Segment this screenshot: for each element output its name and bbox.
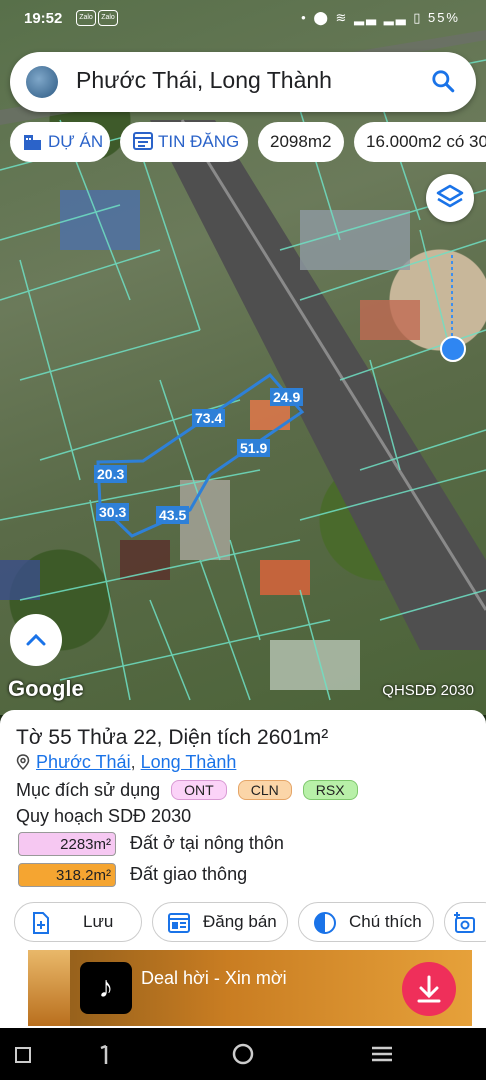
plan-label: Quy hoạch SDĐ 2030 [16,806,192,826]
layer-label: QHSDĐ 2030 [382,682,474,699]
legend-button[interactable]: Chú thích [298,902,434,942]
segment-label: 24.9 [270,388,304,406]
chevron-up-icon [26,633,46,646]
parcel-address: Phước Thái, Long Thành [16,752,236,773]
segment-label: 20.3 [94,465,128,483]
ad-text: Deal hời - Xin mời [141,968,287,988]
purpose-tag-ont: ONT [171,780,227,800]
battery-level: 55% [427,10,460,25]
chip-listings[interactable]: TIN ĐĂNG [120,122,248,162]
google-watermark: Google [8,676,84,701]
status-time: 19:52 [24,10,63,27]
ward-link[interactable]: Phước Thái [36,752,131,772]
ad-banner[interactable]: ♪ Deal hời - Xin mời [0,948,486,1028]
segment-label: 51.9 [237,439,271,457]
tiktok-icon: ♪ [80,962,132,1014]
half-circle-icon [314,912,336,934]
plan-amount: 2283m² [18,832,116,856]
save-button[interactable]: Lưu [14,902,142,942]
chip-label: TIN ĐĂNG [158,132,240,151]
listing-icon [133,132,153,150]
search-input[interactable]: Phước Thái, Long Thành [76,67,332,94]
purpose-tag-cln: CLN [237,780,292,800]
status-bar: 19:52 Zalo Zalo • ⬤ ≋ ▂▃ ▂▃ ▯ 55% [0,0,486,40]
back-icon[interactable] [92,1042,116,1066]
app-logo-icon[interactable] [26,66,58,98]
address-separator: , [130,752,136,772]
expand-panel-button[interactable] [10,614,62,666]
purpose-label: Mục đích sử dụng [16,780,161,800]
purpose-tag-rsx: RSX [302,780,358,800]
building-icon [24,135,41,150]
parcel-title: Tờ 55 Thửa 22, Diện tích 2601m² [16,726,329,749]
segment-label: 43.5 [156,506,190,524]
add-photo-button[interactable] [444,902,486,942]
save-label: Lưu [83,912,114,931]
location-dot [440,336,466,362]
screen-icon[interactable] [12,1042,36,1066]
post-sale-button[interactable]: Đăng bán [152,902,288,942]
ad-thumbnail [28,950,70,1026]
district-link[interactable]: Long Thành [141,752,237,772]
plan-amount: 318.2m² [18,863,116,887]
search-icon[interactable] [430,68,456,94]
chip-label: DỰ ÁN [48,132,104,151]
location-pin-icon [16,754,30,770]
segment-label: 73.4 [192,409,226,427]
status-icons: • ⬤ ≋ ▂▃ ▂▃ ▯ 55% [301,10,460,25]
chip-projects[interactable]: DỰ ÁN [10,122,110,162]
download-icon [417,975,441,1003]
download-button[interactable] [402,962,456,1016]
search-bar[interactable]: Phước Thái, Long Thành [10,52,476,112]
home-icon[interactable] [231,1042,255,1066]
zalo-icon: Zalo [76,10,96,26]
post-sale-label: Đăng bán [203,912,277,931]
segment-label: 30.3 [96,503,130,521]
recents-icon[interactable] [370,1042,394,1066]
layers-icon [436,184,464,208]
listing-icon [168,913,190,933]
land-use-purpose: Mục đích sử dụng ONT CLN RSX [16,780,358,801]
chip-area-1[interactable]: 2098m2 [258,122,344,162]
add-photo-icon [454,912,475,933]
add-file-icon [33,912,49,934]
chip-area-2[interactable]: 16.000m2 có 30 [354,122,486,162]
plan-type: Đất giao thông [130,864,248,884]
system-nav-bar [0,1028,486,1080]
zalo-icon: Zalo [98,10,118,26]
legend-label: Chú thích [349,912,422,931]
layers-button[interactable] [426,174,474,222]
plan-type: Đất ở tại nông thôn [130,833,284,853]
map-view[interactable]: 73.4 24.9 51.9 20.3 30.3 43.5 19:52 Zalo… [0,0,486,715]
